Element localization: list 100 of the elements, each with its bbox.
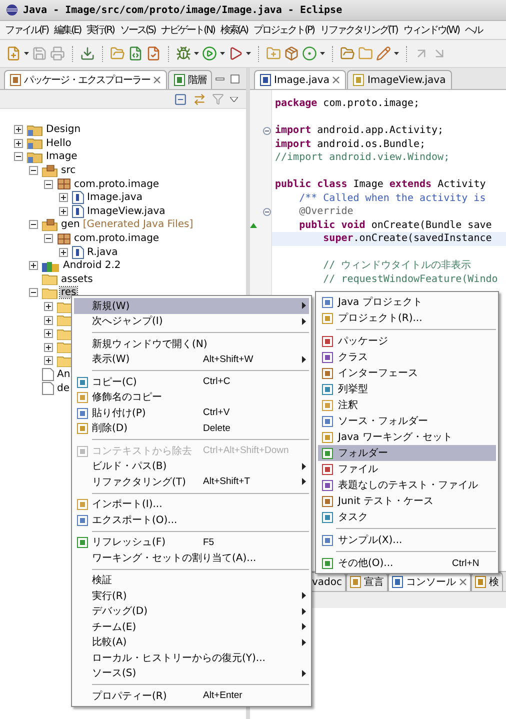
menu-item[interactable]: 表題なしのテキスト・ファイル [318,477,496,493]
open-folder-icon[interactable] [340,46,355,61]
tree-item[interactable]: com.proto.image [73,233,160,244]
menu-bar-item[interactable]: 編集(E) [53,23,82,37]
collapse-all-icon[interactable] [174,92,187,106]
menu-item[interactable]: フォルダー [318,445,496,461]
menu-item[interactable]: タスク [318,509,496,525]
menu-bar-item[interactable]: 検索(A) [219,23,249,37]
close-icon[interactable] [153,76,161,84]
menu-bar-item[interactable]: ヘル [464,23,484,37]
expand-toggle-icon[interactable] [59,248,68,257]
download-icon[interactable] [80,46,95,61]
menu-item[interactable]: Junit テスト・ケース [318,493,496,509]
tree-item[interactable]: assets [60,274,94,285]
tree-item[interactable]: R.java [86,246,119,258]
menu-item[interactable]: 貼り付け(P) Ctrl+V [74,405,309,420]
menu-bar-item[interactable]: リファクタリング(T) [318,23,398,37]
menu-bar-item[interactable]: プロジェクト(P) [252,23,315,37]
collapse-toggle-icon[interactable] [14,152,23,162]
menu-item[interactable]: 比較(A) [74,634,309,650]
collapse-toggle-icon[interactable] [29,288,38,298]
check-file-icon[interactable] [146,46,161,61]
close-icon[interactable] [332,76,340,84]
menu-item[interactable]: サンプル(X)... [318,532,496,548]
menu-item[interactable]: クラス [318,349,496,365]
expand-toggle-icon[interactable] [44,342,53,352]
run-icon[interactable] [228,46,243,61]
menu-item[interactable]: ビルド・パス(B) [74,458,309,474]
expand-toggle-icon[interactable] [44,302,53,312]
tab[interactable]: ImageView.java [347,70,452,89]
collapse-toggle-icon[interactable] [29,220,38,230]
tree-item[interactable]: Design [45,124,82,136]
view-menu-icon[interactable] [230,96,238,102]
menu-bar-item[interactable]: ソース(S) [118,23,156,37]
menu-item[interactable]: 列挙型 [318,381,496,397]
fold-toggle-icon[interactable] [263,208,271,216]
expand-toggle-icon[interactable] [14,138,23,148]
tab[interactable]: Image.java [254,70,346,89]
code-file-icon[interactable] [128,46,143,61]
menu-item[interactable]: プロパティー(R) Alt+Enter [74,688,309,704]
menu-bar-item[interactable]: ファイル(F) [4,23,50,37]
menu-item[interactable]: Java ワーキング・セット [318,429,496,445]
dropdown-caret-icon[interactable] [320,52,325,55]
menu-item[interactable]: ソース・フォルダー [318,413,496,429]
bug-icon[interactable] [176,46,191,61]
menu-item[interactable]: チーム(E) [74,619,309,634]
menu-item[interactable]: ソース(S) [74,666,309,681]
tree-item[interactable]: res [60,287,78,298]
expand-toggle-icon[interactable] [29,261,38,270]
menu-item[interactable]: 修飾名のコピー [74,390,309,405]
collapse-toggle-icon[interactable] [44,180,53,189]
menu-item[interactable]: インポート(I)... [74,496,309,512]
menu-item[interactable]: エクスポート(O)... [74,512,309,528]
menu-item[interactable]: Java プロジェクト [318,294,496,310]
maximize-icon[interactable] [230,74,240,84]
tree-item[interactable]: Image.java [86,192,144,204]
dropdown-caret-icon[interactable] [194,52,199,55]
tab[interactable]: 検 [471,572,504,591]
tree-item[interactable]: Hello [45,138,72,149]
expand-toggle-icon[interactable] [44,356,53,366]
menu-item[interactable]: ファイル [318,461,496,477]
dropdown-caret-icon[interactable] [220,52,225,55]
menu-bar-item[interactable]: ナビゲート(N) [160,23,216,37]
dropdown-caret-icon[interactable] [394,52,399,55]
expand-toggle-icon[interactable] [44,329,53,338]
dropdown-caret-icon[interactable] [246,52,251,55]
menu-item[interactable]: ワーキング・セットの割り当て(A)... [74,550,309,566]
menu-item[interactable]: リファクタリング(T) Alt+Shift+T [74,474,309,490]
expand-toggle-icon[interactable] [59,206,68,216]
menu-item[interactable]: 新規ウィンドウで開く(N) [74,336,309,352]
menu-item[interactable]: プロジェクト(R)... [318,310,496,326]
tree-item[interactable]: gen [60,219,81,230]
expand-toggle-icon[interactable] [59,193,68,202]
menu-item[interactable]: 検証 [74,572,309,588]
menu-item[interactable]: パッケージ [318,333,496,349]
menu-item[interactable]: 削除(D) Delete [74,420,309,436]
tree-item[interactable]: An [56,368,72,380]
tab[interactable]: 階層 [168,70,212,89]
menu-item[interactable]: リフレッシュ(F) F5 [74,534,309,550]
tab[interactable]: パッケージ・エクスプローラー [4,70,167,89]
expand-toggle-icon[interactable] [14,125,23,134]
menu-item[interactable]: ローカル・ヒストリーからの復元(Y)... [74,650,309,666]
fold-toggle-icon[interactable] [263,126,271,135]
dropdown-caret-icon[interactable] [24,52,29,55]
package-icon[interactable] [284,46,299,61]
menu-item[interactable]: その他(O)... Ctrl+N [318,555,496,571]
tree-item[interactable]: Image [45,151,78,162]
menu-item[interactable]: インターフェース [318,365,496,381]
menu-item[interactable]: 次へジャンプ(I) [74,314,309,329]
tree-item[interactable]: Android 2.2 [62,260,122,272]
menu-item[interactable]: 新規(W) [74,298,309,314]
close-icon[interactable] [459,578,468,586]
menu-bar-item[interactable]: 実行(R) [86,23,115,37]
tree-item[interactable]: src [60,165,77,176]
menu-item[interactable]: デバッグ(D) [74,604,309,619]
tree-item[interactable]: ImageView.java [86,206,166,217]
collapse-toggle-icon[interactable] [44,234,53,244]
tree-item[interactable]: com.proto.image [73,178,160,190]
menu-item[interactable]: 実行(R) [74,588,309,604]
menu-item[interactable]: 表示(W) Alt+Shift+W [74,352,309,367]
